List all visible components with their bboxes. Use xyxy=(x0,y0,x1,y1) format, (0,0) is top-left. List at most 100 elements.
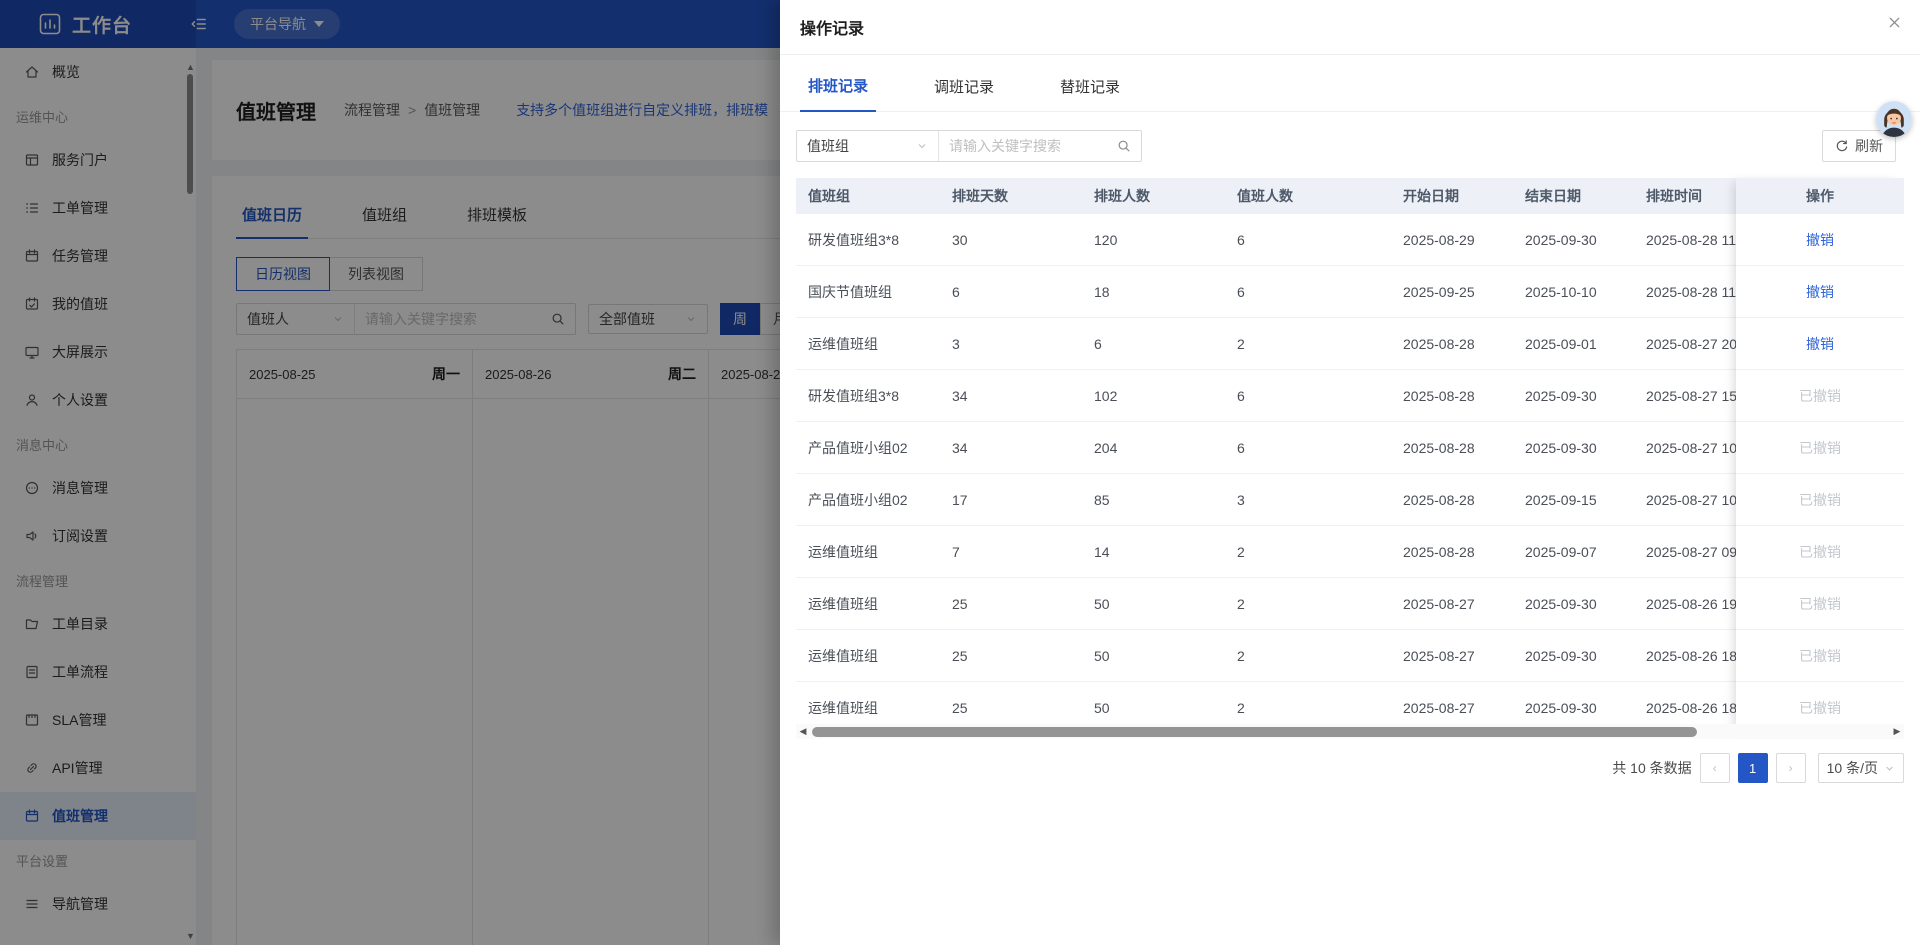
refresh-icon xyxy=(1836,140,1848,152)
page-size-value: 10 条/页 xyxy=(1826,760,1878,776)
cell-schedule-time: 2025-08-27 20:4 xyxy=(1646,335,1736,352)
action-cell: 已撤销 xyxy=(1736,526,1904,578)
action-cell: 撤销 xyxy=(1736,266,1904,318)
cell-end-date: 2025-09-30 xyxy=(1525,439,1597,456)
cell-start-date: 2025-08-28 xyxy=(1403,439,1475,456)
cell-days: 25 xyxy=(952,595,968,612)
cell-schedule-time: 2025-08-28 11:2 xyxy=(1646,283,1736,300)
cell-start-date: 2025-08-27 xyxy=(1403,595,1475,612)
cell-days: 34 xyxy=(952,387,968,404)
tab-schedule-records[interactable]: 排班记录 xyxy=(800,75,877,112)
cell-people: 102 xyxy=(1094,387,1118,404)
cell-group: 国庆节值班组 xyxy=(808,283,892,300)
revoke-link[interactable]: 撤销 xyxy=(1806,282,1834,302)
column-header: 结束日期 xyxy=(1525,188,1581,204)
revoked-label: 已撤销 xyxy=(1799,699,1841,716)
cell-schedule-time: 2025-08-27 15:2 xyxy=(1646,387,1736,404)
drawer-tabs: 排班记录 调班记录 替班记录 xyxy=(780,55,1920,112)
records-table: 值班组 排班天数 排班人数 值班人数 开始日期 结束日期 排班时间 研发值班组3*8 30 120… xyxy=(796,178,1904,734)
prev-page-button[interactable]: ‹ xyxy=(1699,753,1730,783)
cell-duty-count: 2 xyxy=(1237,595,1245,612)
record-group-value: 值班组 xyxy=(807,138,849,154)
cell-schedule-time: 2025-08-27 09:4 xyxy=(1646,543,1736,560)
cell-group: 运维值班组 xyxy=(808,543,878,560)
cell-group: 运维值班组 xyxy=(808,335,878,352)
cell-schedule-time: 2025-08-26 19:1 xyxy=(1646,595,1736,612)
scrollbar-thumb[interactable] xyxy=(812,726,1697,737)
cell-people: 50 xyxy=(1094,595,1110,612)
cell-people: 204 xyxy=(1094,439,1118,456)
cell-duty-count: 3 xyxy=(1237,491,1245,508)
revoked-label: 已撤销 xyxy=(1799,543,1841,560)
horizontal-scrollbar: ◀ ▶ xyxy=(796,724,1904,739)
current-page-button[interactable]: 1 xyxy=(1737,753,1768,783)
cell-group: 研发值班组3*8 xyxy=(808,387,900,404)
cell-people: 50 xyxy=(1094,699,1110,716)
cell-duty-count: 2 xyxy=(1237,699,1245,716)
cell-start-date: 2025-08-28 xyxy=(1403,491,1475,508)
scroll-right-icon[interactable]: ▶ xyxy=(1890,724,1904,739)
tab-shift-change-records[interactable]: 调班记录 xyxy=(926,76,1002,111)
cell-schedule-time: 2025-08-26 18:5 xyxy=(1646,699,1736,716)
cell-group: 产品值班小组02 xyxy=(808,439,908,456)
cell-days: 34 xyxy=(952,439,968,456)
cell-days: 25 xyxy=(952,699,968,716)
cell-schedule-time: 2025-08-27 10:0 xyxy=(1646,491,1736,508)
scroll-left-icon[interactable]: ◀ xyxy=(796,724,810,739)
chevron-down-icon xyxy=(1886,766,1893,771)
cell-group: 运维值班组 xyxy=(808,647,878,664)
cell-start-date: 2025-08-27 xyxy=(1403,647,1475,664)
cell-duty-count: 2 xyxy=(1237,335,1245,352)
cell-days: 17 xyxy=(952,491,968,508)
cell-end-date: 2025-09-30 xyxy=(1525,231,1597,248)
record-search-placeholder: 请输入关键字搜索 xyxy=(949,138,1061,154)
record-group-select[interactable]: 值班组 xyxy=(797,131,939,161)
cell-schedule-time: 2025-08-27 10:4 xyxy=(1646,439,1736,456)
pagination-total: 共 10 条数据 xyxy=(1612,760,1692,776)
cell-group: 研发值班组3*8 xyxy=(808,231,900,248)
cell-schedule-time: 2025-08-26 18:5 xyxy=(1646,647,1736,664)
close-icon[interactable] xyxy=(1887,15,1902,30)
cell-days: 3 xyxy=(952,335,960,352)
revoke-link[interactable]: 撤销 xyxy=(1806,230,1834,250)
action-cell: 已撤销 xyxy=(1736,422,1904,474)
cell-duty-count: 6 xyxy=(1237,283,1245,300)
tab-substitute-records[interactable]: 替班记录 xyxy=(1052,76,1128,111)
revoke-link[interactable]: 撤销 xyxy=(1806,334,1834,354)
cell-end-date: 2025-09-30 xyxy=(1525,595,1597,612)
cell-end-date: 2025-09-30 xyxy=(1525,647,1597,664)
cell-start-date: 2025-08-27 xyxy=(1403,699,1475,716)
cell-start-date: 2025-08-29 xyxy=(1403,231,1475,248)
cell-days: 7 xyxy=(952,543,960,560)
next-page-button[interactable]: › xyxy=(1775,753,1806,783)
cell-end-date: 2025-09-30 xyxy=(1525,387,1597,404)
operation-records-drawer: 操作记录 排班记录 调班记录 替班记录 值班组 请输入关键字搜索 刷新 值班组 … xyxy=(780,0,1920,945)
revoked-label: 已撤销 xyxy=(1799,647,1841,664)
search-icon xyxy=(1118,140,1130,152)
cell-end-date: 2025-10-10 xyxy=(1525,283,1597,300)
cell-end-date: 2025-09-01 xyxy=(1525,335,1597,352)
revoked-label: 已撤销 xyxy=(1799,387,1841,404)
record-search-input[interactable]: 请输入关键字搜索 xyxy=(939,136,1141,156)
cell-start-date: 2025-08-28 xyxy=(1403,387,1475,404)
action-cell: 撤销 xyxy=(1736,214,1904,266)
cell-end-date: 2025-09-30 xyxy=(1525,699,1597,716)
cell-duty-count: 6 xyxy=(1237,439,1245,456)
action-fixed-column: 操作 撤销 撤销 撤销 已撤销 已撤销 已撤销 已撤销 已撤销 已撤销 已撤销 xyxy=(1736,178,1904,734)
column-header: 排班人数 xyxy=(1094,188,1150,204)
scrollbar-track[interactable] xyxy=(810,724,1890,739)
refresh-label: 刷新 xyxy=(1855,138,1883,154)
cell-people: 6 xyxy=(1094,335,1102,352)
cell-days: 25 xyxy=(952,647,968,664)
app-window: 工作台 平台导航 概览 运维中心 服务门户 工单管理 任务管理 我的值班 大屏展示 个人设置消… xyxy=(0,0,1920,945)
column-header: 排班天数 xyxy=(952,188,1008,204)
action-cell: 已撤销 xyxy=(1736,578,1904,630)
action-cell: 已撤销 xyxy=(1736,370,1904,422)
cell-people: 18 xyxy=(1094,283,1110,300)
page-size-select[interactable]: 10 条/页 xyxy=(1817,753,1904,783)
cell-duty-count: 2 xyxy=(1237,543,1245,560)
cell-end-date: 2025-09-07 xyxy=(1525,543,1597,560)
assistant-avatar[interactable] xyxy=(1876,101,1912,137)
cell-people: 50 xyxy=(1094,647,1110,664)
cell-start-date: 2025-08-28 xyxy=(1403,543,1475,560)
